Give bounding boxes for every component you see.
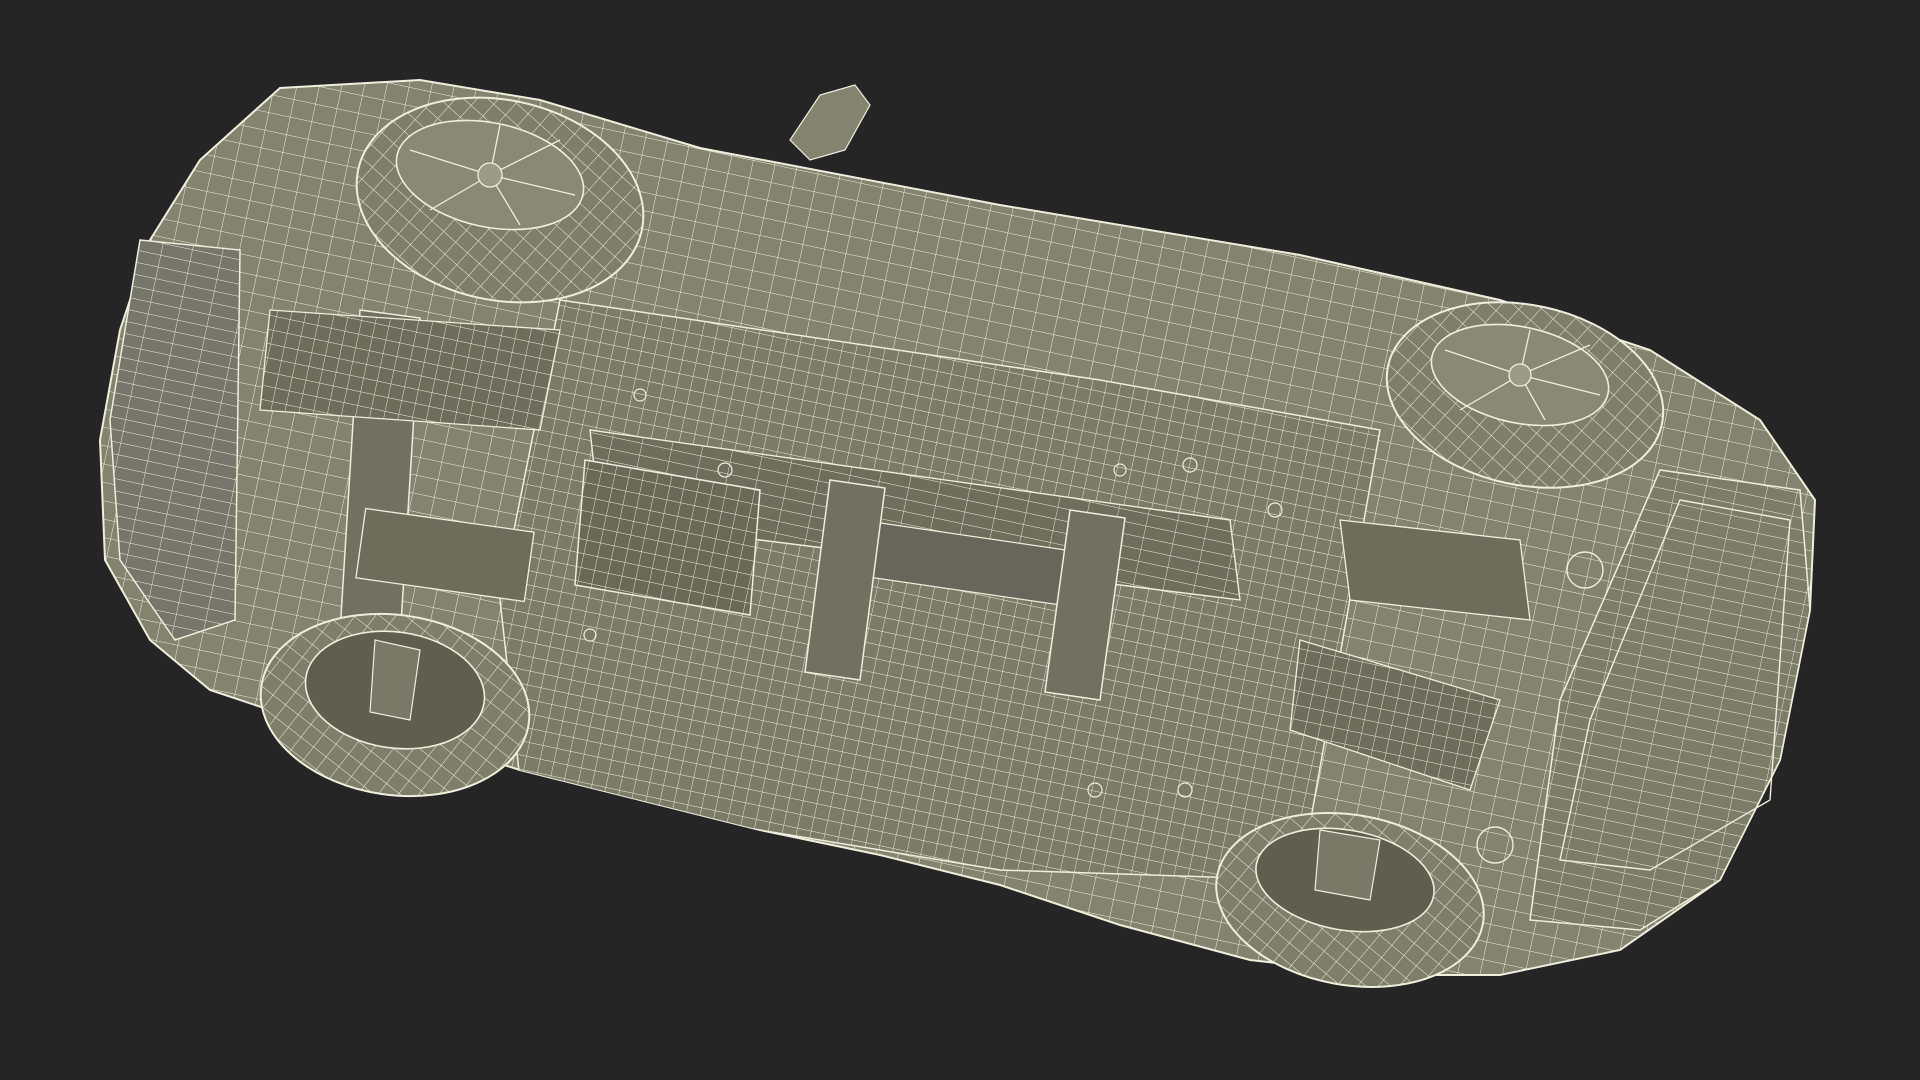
render-viewport <box>0 0 1920 1080</box>
car-wireframe-render <box>0 0 1920 1080</box>
